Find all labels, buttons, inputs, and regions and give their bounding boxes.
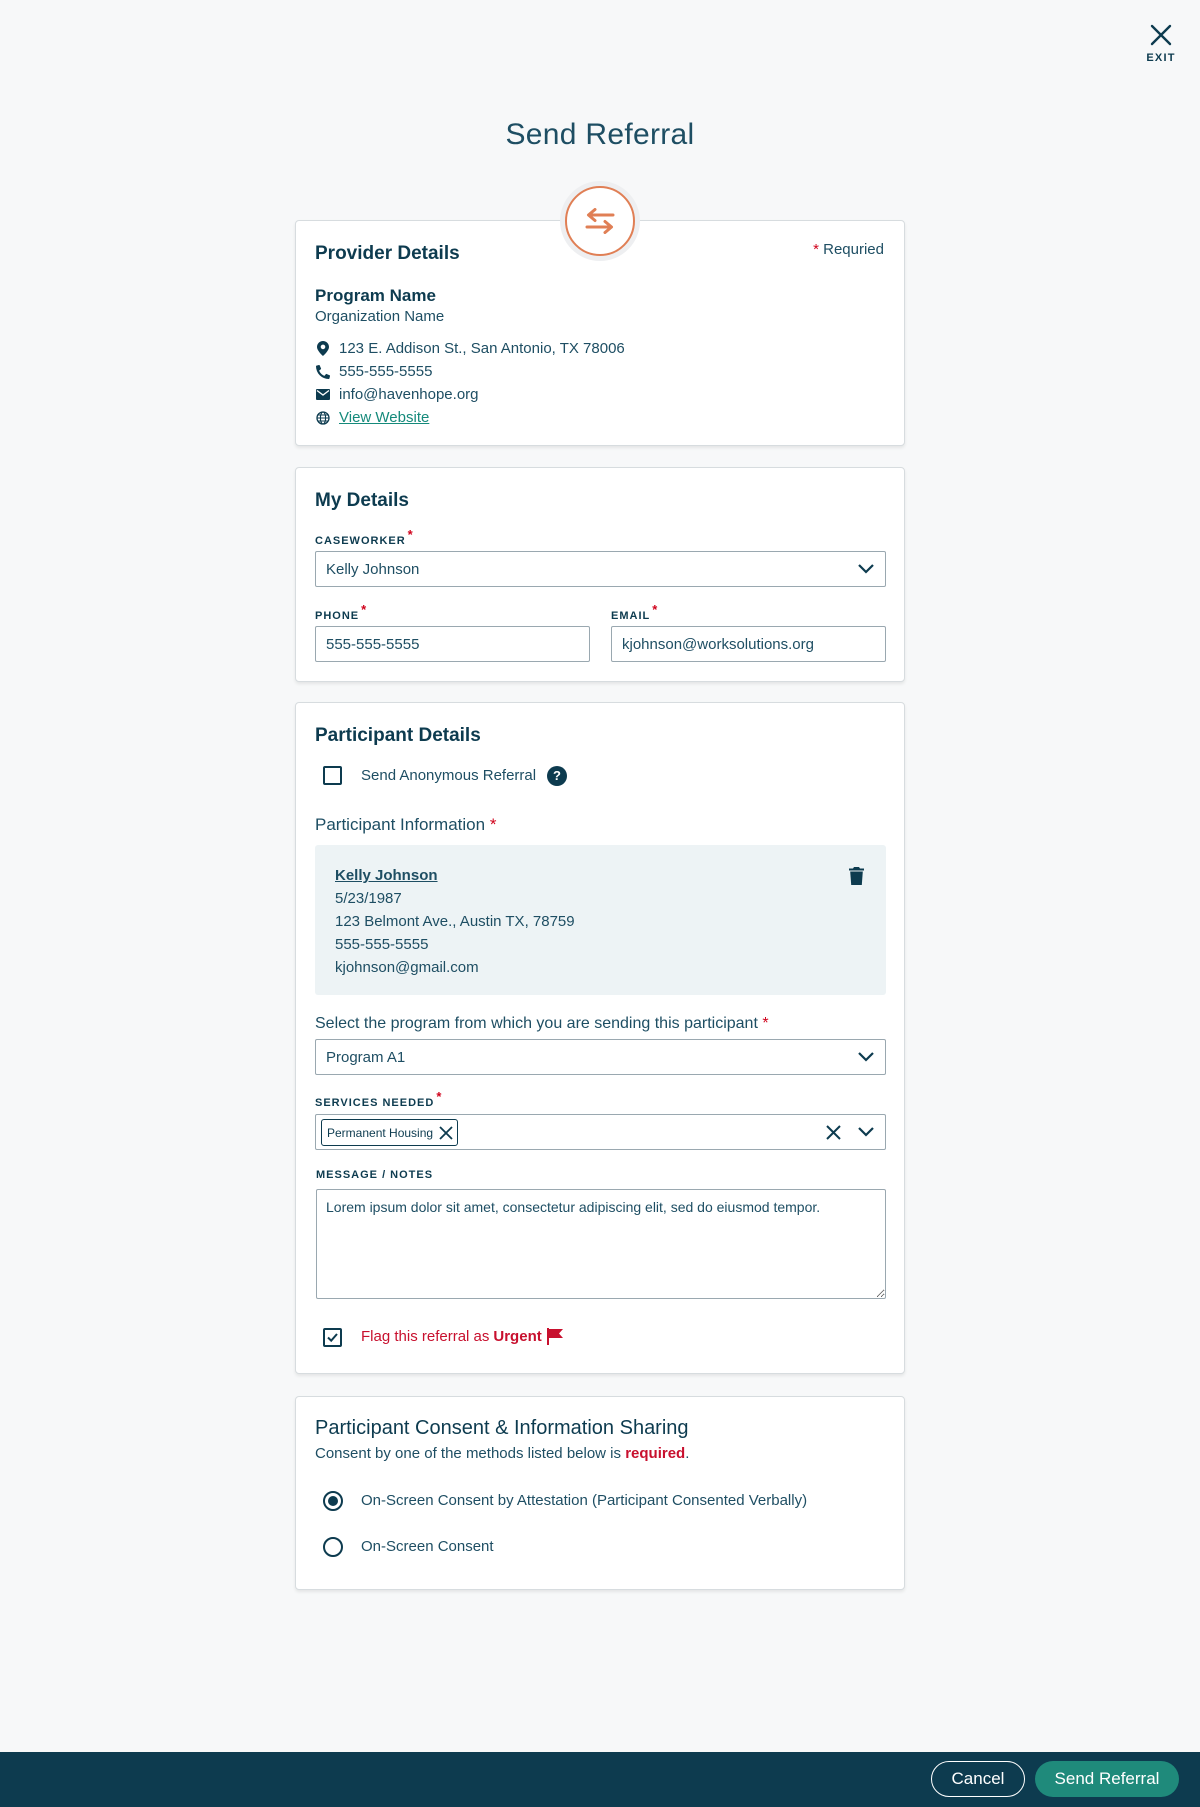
phone-icon [315,364,331,380]
participant-dob: 5/23/1987 [335,890,402,907]
program-value: Program A1 [326,1048,406,1066]
message-notes-textarea[interactable]: Lorem ipsum dolor sit amet, consectetur … [316,1189,886,1299]
participant-phone: 555-555-5555 [335,936,429,953]
consent-option-attestation-label: On-Screen Consent by Attestation (Partic… [361,1492,808,1509]
globe-icon [315,410,331,426]
consent-radio-attestation[interactable] [323,1491,343,1511]
program-name: Program Name [315,286,436,305]
caseworker-select[interactable]: Kelly Johnson [315,551,886,587]
email-field[interactable]: kjohnson@worksolutions.org [611,626,886,662]
services-needed-label: SERVICES NEEDED * [315,1089,443,1109]
participant-details-card: Participant Details Send Anonymous Refer… [295,702,905,1374]
flag-icon [546,1328,563,1345]
caseworker-label: CASEWORKER * [315,527,414,547]
message-notes-label: MESSAGE / NOTES [316,1169,434,1181]
exit-label: EXIT [1146,52,1176,64]
organization-name: Organization Name [315,308,445,325]
urgent-flag-label: Flag this referral as Urgent [361,1328,564,1345]
chevron-down-icon [858,564,874,574]
consent-radio-onscreen[interactable] [323,1537,343,1557]
view-website-link[interactable]: View Website [339,409,429,426]
participant-information-label: Participant Information * [315,815,497,834]
clear-icon[interactable] [826,1125,841,1140]
cancel-button[interactable]: Cancel [931,1761,1025,1797]
chevron-down-icon [858,1127,874,1137]
provider-email-text: info@havenhope.org [339,386,479,403]
consent-card: Participant Consent & Information Sharin… [295,1396,905,1590]
checkmark-icon [327,1333,338,1343]
urgent-prefix: Flag this referral as [361,1328,490,1345]
consent-option-onscreen-label: On-Screen Consent [361,1538,494,1555]
page-title: Send Referral [505,118,695,151]
phone-value: 555-555-5555 [326,635,420,653]
provider-website: View Website [315,409,429,426]
anonymous-referral-label: Send Anonymous Referral [361,767,537,784]
provider-email: info@havenhope.org [315,386,479,403]
exit-button[interactable]: EXIT [1140,24,1182,64]
my-details-card: My Details CASEWORKER * Kelly Johnson PHO… [295,467,905,682]
participant-address: 123 Belmont Ave., Austin TX, 78759 [335,913,575,930]
provider-address-text: 123 E. Addison St., San Antonio, TX 7800… [339,340,625,357]
my-details-title: My Details [315,490,409,511]
remove-chip-icon[interactable] [439,1125,453,1140]
consent-subtitle: Consent by one of the methods listed bel… [315,1445,690,1462]
phone-label: PHONE * [315,602,368,622]
program-select[interactable]: Program A1 [315,1039,886,1075]
service-chip: Permanent Housing [321,1119,459,1146]
swap-arrows-icon [585,208,615,234]
provider-details-title: Provider Details [315,243,460,264]
participant-details-title: Participant Details [315,725,481,746]
service-chip-label: Permanent Housing [327,1125,434,1140]
program-select-label: Select the program from which you are se… [315,1015,769,1032]
referral-hero-badge [560,181,640,261]
urgent-checkbox[interactable] [323,1328,342,1347]
consent-title: Participant Consent & Information Sharin… [315,1417,689,1439]
help-icon[interactable]: ? [547,766,567,786]
footer-action-bar: Cancel Send Referral [0,1752,1200,1807]
caseworker-value: Kelly Johnson [326,560,420,578]
services-multiselect[interactable]: Permanent Housing [315,1114,886,1150]
participant-info-box: Kelly Johnson 5/23/1987 123 Belmont Ave.… [315,845,886,995]
provider-phone: 555-555-5555 [315,363,432,380]
provider-address: 123 E. Addison St., San Antonio, TX 7800… [315,340,625,357]
phone-field[interactable]: 555-555-5555 [315,626,590,662]
envelope-icon [315,387,331,403]
urgent-word: Urgent [493,1328,542,1345]
anonymous-referral-checkbox[interactable] [323,766,342,785]
provider-phone-text: 555-555-5555 [339,363,433,380]
chevron-down-icon [858,1052,874,1062]
send-referral-button[interactable]: Send Referral [1035,1761,1179,1797]
participant-email: kjohnson@gmail.com [335,959,479,976]
required-note: * Requried [813,241,884,258]
email-value: kjohnson@worksolutions.org [622,635,814,653]
email-label: EMAIL * [611,602,659,622]
participant-name-link[interactable]: Kelly Johnson [335,867,438,884]
trash-icon[interactable] [849,867,864,885]
close-icon [1150,24,1172,46]
location-pin-icon [315,341,331,357]
